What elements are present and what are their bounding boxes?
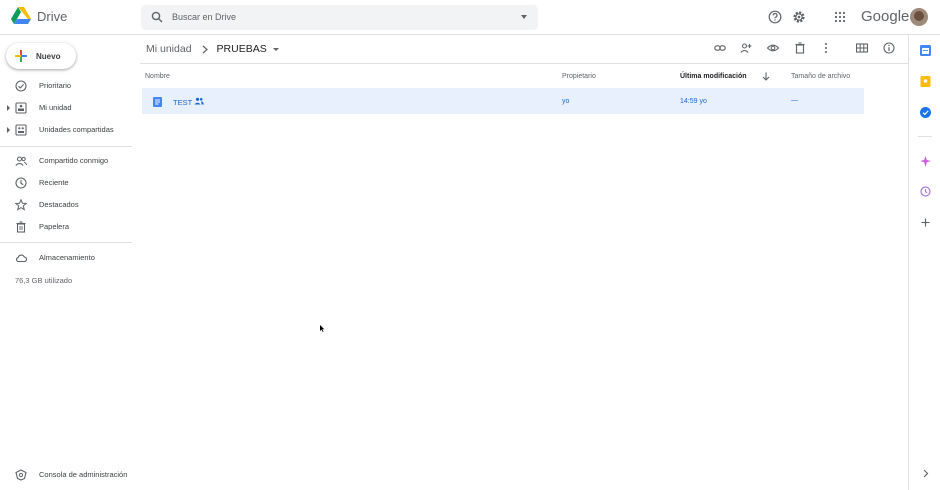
trash-icon xyxy=(16,221,26,233)
top-header: Drive Buscar en Drive Google xyxy=(0,0,940,35)
sidebar-item-label: Papelera xyxy=(39,222,70,231)
sidebar-item-label: Compartido conmigo xyxy=(39,156,109,165)
star-icon xyxy=(15,199,27,211)
table-row[interactable]: TEST yo 14:59 yo — xyxy=(142,88,864,114)
admin-shield-icon xyxy=(15,469,27,481)
grid-view-icon[interactable] xyxy=(856,42,868,54)
chevron-right-icon[interactable] xyxy=(920,468,931,479)
shared-people-icon xyxy=(194,97,204,105)
column-header-owner[interactable]: Propietario xyxy=(562,73,596,80)
new-button-label: Nuevo xyxy=(36,51,61,61)
sidebar-item-shared-with-me[interactable]: Compartido conmigo xyxy=(0,152,132,170)
sidebar-item-my-drive[interactable]: Mi unidad xyxy=(0,99,132,117)
toolbar-divider xyxy=(140,63,908,64)
sort-down-arrow-icon[interactable] xyxy=(762,72,770,81)
sidebar-item-starred[interactable]: Destacados xyxy=(0,196,132,214)
delete-icon[interactable] xyxy=(794,42,806,54)
help-icon[interactable] xyxy=(768,10,782,24)
drive-logo-icon xyxy=(11,7,31,24)
column-header-size[interactable]: Tamaño de archivo xyxy=(791,73,850,80)
sidebar-item-shared-drives[interactable]: Unidades compartidas xyxy=(0,121,132,139)
sidebar-item-trash[interactable]: Papelera xyxy=(0,218,132,236)
more-vert-icon[interactable] xyxy=(820,42,832,54)
addon-clock-icon[interactable] xyxy=(920,186,931,197)
sidebar-item-label: Unidades compartidas xyxy=(39,125,114,134)
admin-console-label: Consola de administración xyxy=(39,470,128,479)
new-button[interactable]: Nuevo xyxy=(6,43,76,69)
expand-arrow-icon[interactable] xyxy=(7,105,10,111)
shared-drives-icon xyxy=(15,124,27,136)
info-icon[interactable] xyxy=(883,42,895,54)
side-panel xyxy=(908,35,940,490)
shared-with-me-icon xyxy=(15,156,27,166)
search-options-icon[interactable] xyxy=(521,15,527,19)
sidebar-item-label: Almacenamiento xyxy=(39,253,95,262)
column-header-modified[interactable]: Última modificación xyxy=(680,73,747,80)
search-bar[interactable]: Buscar en Drive xyxy=(141,5,538,30)
sidebar-item-label: Reciente xyxy=(39,178,69,187)
file-size: — xyxy=(791,97,798,104)
sidebar: Nuevo Prioritario Mi unidad Unidades com… xyxy=(0,35,140,490)
add-addon-plus-icon[interactable] xyxy=(920,217,931,228)
sidebar-item-label: Destacados xyxy=(39,200,79,209)
chevron-right-icon xyxy=(202,45,208,53)
add-person-icon[interactable] xyxy=(740,42,752,54)
plus-icon xyxy=(15,50,27,62)
tasks-icon[interactable] xyxy=(920,107,931,118)
breadcrumb-parent[interactable]: Mi unidad xyxy=(146,43,192,55)
apps-grid-icon[interactable] xyxy=(833,10,847,24)
settings-icon[interactable] xyxy=(792,10,806,24)
sidebar-item-priority[interactable]: Prioritario xyxy=(0,77,132,95)
mouse-cursor-icon xyxy=(320,325,325,332)
search-icon[interactable] xyxy=(151,11,163,23)
calendar-icon[interactable] xyxy=(920,45,931,56)
preview-eye-icon[interactable] xyxy=(767,42,779,54)
account-avatar[interactable] xyxy=(910,8,928,26)
expand-arrow-icon[interactable] xyxy=(7,127,10,133)
breadcrumb-current[interactable]: PRUEBAS xyxy=(217,43,267,55)
sidebar-divider xyxy=(0,242,132,243)
breadcrumb: Mi unidad PRUEBAS xyxy=(146,42,279,56)
sidebar-item-storage[interactable]: Almacenamiento xyxy=(0,249,132,267)
cloud-icon xyxy=(16,254,27,263)
sidebar-item-label: Mi unidad xyxy=(39,103,72,112)
my-drive-icon xyxy=(15,102,27,114)
sidebar-item-label: Prioritario xyxy=(39,81,72,90)
clock-icon xyxy=(15,177,27,189)
side-panel-divider xyxy=(918,136,932,137)
link-icon[interactable] xyxy=(714,42,726,54)
storage-usage-text: 76,3 GB utilizado xyxy=(15,276,73,285)
search-input[interactable]: Buscar en Drive xyxy=(172,12,236,22)
sidebar-divider xyxy=(0,146,132,147)
sidebar-item-recent[interactable]: Reciente xyxy=(0,174,132,192)
app-name: Drive xyxy=(37,8,68,24)
column-header-name[interactable]: Nombre xyxy=(145,73,170,80)
file-modified: 14:59 yo xyxy=(680,98,707,105)
file-owner: yo xyxy=(562,98,570,105)
folder-menu-caret-icon[interactable] xyxy=(272,47,279,51)
admin-console-link[interactable]: Consola de administración xyxy=(0,466,132,484)
file-name[interactable]: TEST xyxy=(173,98,192,107)
priority-check-icon xyxy=(15,80,27,92)
google-wordmark: Google xyxy=(861,8,910,25)
addon-sparkle-icon[interactable] xyxy=(920,156,931,167)
google-doc-icon xyxy=(153,97,162,107)
keep-icon[interactable] xyxy=(920,76,931,87)
drive-logo[interactable]: Drive xyxy=(11,7,67,25)
